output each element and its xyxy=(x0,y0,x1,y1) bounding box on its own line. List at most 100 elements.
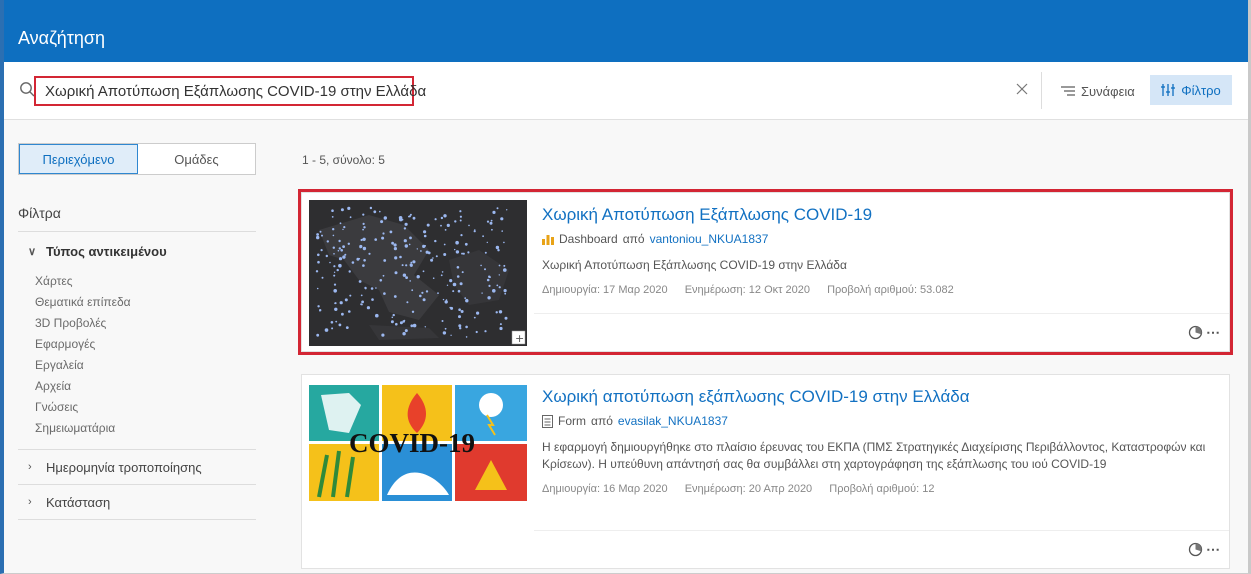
map-point xyxy=(440,224,442,227)
page-header: Αναζήτηση xyxy=(4,0,1248,62)
map-point xyxy=(338,257,343,261)
map-point xyxy=(434,218,437,221)
map-point xyxy=(358,258,361,260)
map-point xyxy=(360,294,363,297)
map-point xyxy=(455,250,460,254)
page-title: Αναζήτηση xyxy=(18,28,105,48)
map-point xyxy=(406,301,409,304)
map-point xyxy=(340,249,343,252)
map-point xyxy=(441,320,444,322)
map-point xyxy=(402,273,407,277)
map-point xyxy=(319,230,322,233)
map-point xyxy=(492,210,496,214)
map-point xyxy=(339,301,343,305)
map-point xyxy=(498,310,503,314)
item-type-notebooks[interactable]: Σημειωματάρια xyxy=(35,418,256,439)
item-type-files[interactable]: Αρχεία xyxy=(35,376,256,397)
map-point xyxy=(484,251,487,254)
status-header[interactable]: › Κατάσταση xyxy=(18,485,256,519)
item-type-scenes[interactable]: 3D Προβολές xyxy=(35,313,256,334)
card-body: Χωρική αποτύπωση εξάπλωσης COVID-19 στην… xyxy=(542,387,1219,495)
tab-groups[interactable]: Ομάδες xyxy=(138,144,255,174)
map-point xyxy=(423,230,427,234)
map-point xyxy=(501,230,503,232)
map-point xyxy=(374,238,377,241)
item-type-header[interactable]: ∨ Τύπος αντικειμένου xyxy=(18,236,256,267)
item-type-list: Χάρτες Θεματικά επίπεδα 3D Προβολές Εφαρ… xyxy=(18,267,256,449)
map-point xyxy=(331,327,334,330)
result-title[interactable]: Χωρική αποτύπωση εξάπλωσης COVID-19 στην… xyxy=(542,387,1219,407)
result-card: COVID-19 Χωρική αποτύπωση εξάπλωσης COVI… xyxy=(301,374,1230,569)
map-point xyxy=(498,286,501,289)
date-modified-section: › Ημερομηνία τροποποίησης xyxy=(18,450,256,485)
chevron-right-icon: › xyxy=(28,496,32,508)
map-point xyxy=(461,252,464,255)
map-point xyxy=(459,282,463,286)
map-point xyxy=(437,292,439,294)
map-point xyxy=(316,333,320,337)
map-point xyxy=(332,246,335,249)
item-type-maps[interactable]: Χάρτες xyxy=(35,271,256,292)
map-point xyxy=(394,271,398,275)
sort-button[interactable]: Συνάφεια xyxy=(1061,81,1135,101)
map-point xyxy=(411,310,415,313)
owner-link[interactable]: evasilak_NKUA1837 xyxy=(618,414,728,428)
filter-button[interactable]: Φίλτρο xyxy=(1150,75,1232,105)
map-point xyxy=(333,274,336,277)
more-icon[interactable]: ⋯ xyxy=(1206,541,1221,558)
map-point xyxy=(409,280,411,282)
item-type-layers[interactable]: Θεματικά επίπεδα xyxy=(35,292,256,313)
map-point xyxy=(333,289,337,293)
status-section: › Κατάσταση xyxy=(18,485,256,520)
map-point xyxy=(441,271,444,273)
map-point xyxy=(319,310,321,312)
result-title[interactable]: Χωρική Αποτύπωση Εξάπλωσης COVID-19 xyxy=(542,205,1219,225)
item-type-tools[interactable]: Εργαλεία xyxy=(35,355,256,376)
filter-label: Φίλτρο xyxy=(1181,82,1221,98)
map-point xyxy=(499,326,503,331)
item-type-apps[interactable]: Εφαρμογές xyxy=(35,334,256,355)
map-point xyxy=(405,264,408,267)
map-point xyxy=(443,214,447,218)
map-point xyxy=(404,244,408,248)
view-icon[interactable] xyxy=(1188,542,1203,557)
map-point xyxy=(412,216,416,220)
map-thumbnail[interactable]: + xyxy=(309,200,527,346)
map-point xyxy=(408,215,410,218)
map-point xyxy=(344,298,348,302)
item-dates: Δημιουργία: 16 Μαρ 2020 Ενημέρωση: 20 Απ… xyxy=(542,483,1219,495)
map-point xyxy=(452,290,455,293)
item-meta: Form από evasilak_NKUA1837 xyxy=(542,414,1219,428)
close-icon[interactable] xyxy=(1015,82,1029,96)
form-thumbnail[interactable]: COVID-19 xyxy=(309,385,527,501)
card-footer: ⋯ xyxy=(534,313,1229,351)
map-point xyxy=(326,240,329,243)
view-icon[interactable] xyxy=(1188,325,1203,340)
map-point xyxy=(420,250,422,252)
map-point xyxy=(371,298,374,301)
search-input[interactable]: Χωρική Αποτύπωση Εξάπλωσης COVID-19 στην… xyxy=(34,76,426,106)
map-point xyxy=(434,239,437,243)
map-point xyxy=(316,235,320,240)
map-point xyxy=(389,230,393,234)
map-point xyxy=(391,241,394,245)
map-point xyxy=(343,226,346,229)
map-point xyxy=(317,260,320,264)
item-type-insights[interactable]: Γνώσεις xyxy=(35,397,256,418)
map-point xyxy=(458,315,461,319)
map-point xyxy=(426,223,430,227)
map-point xyxy=(412,260,416,264)
more-icon[interactable]: ⋯ xyxy=(1206,324,1221,341)
modified-date: Ενημέρωση: 20 Απρ 2020 xyxy=(684,483,813,495)
date-modified-header[interactable]: › Ημερομηνία τροποποίησης xyxy=(18,450,256,484)
map-point xyxy=(401,264,404,267)
map-point xyxy=(403,227,407,230)
map-point xyxy=(440,274,443,277)
filter-icon xyxy=(1161,84,1176,96)
owner-link[interactable]: vantoniou_NKUA1837 xyxy=(650,232,769,246)
map-point xyxy=(369,206,373,210)
map-point xyxy=(481,292,483,294)
map-point xyxy=(489,221,493,225)
tab-content[interactable]: Περιεχόμενο xyxy=(19,144,138,174)
map-point xyxy=(341,312,344,316)
